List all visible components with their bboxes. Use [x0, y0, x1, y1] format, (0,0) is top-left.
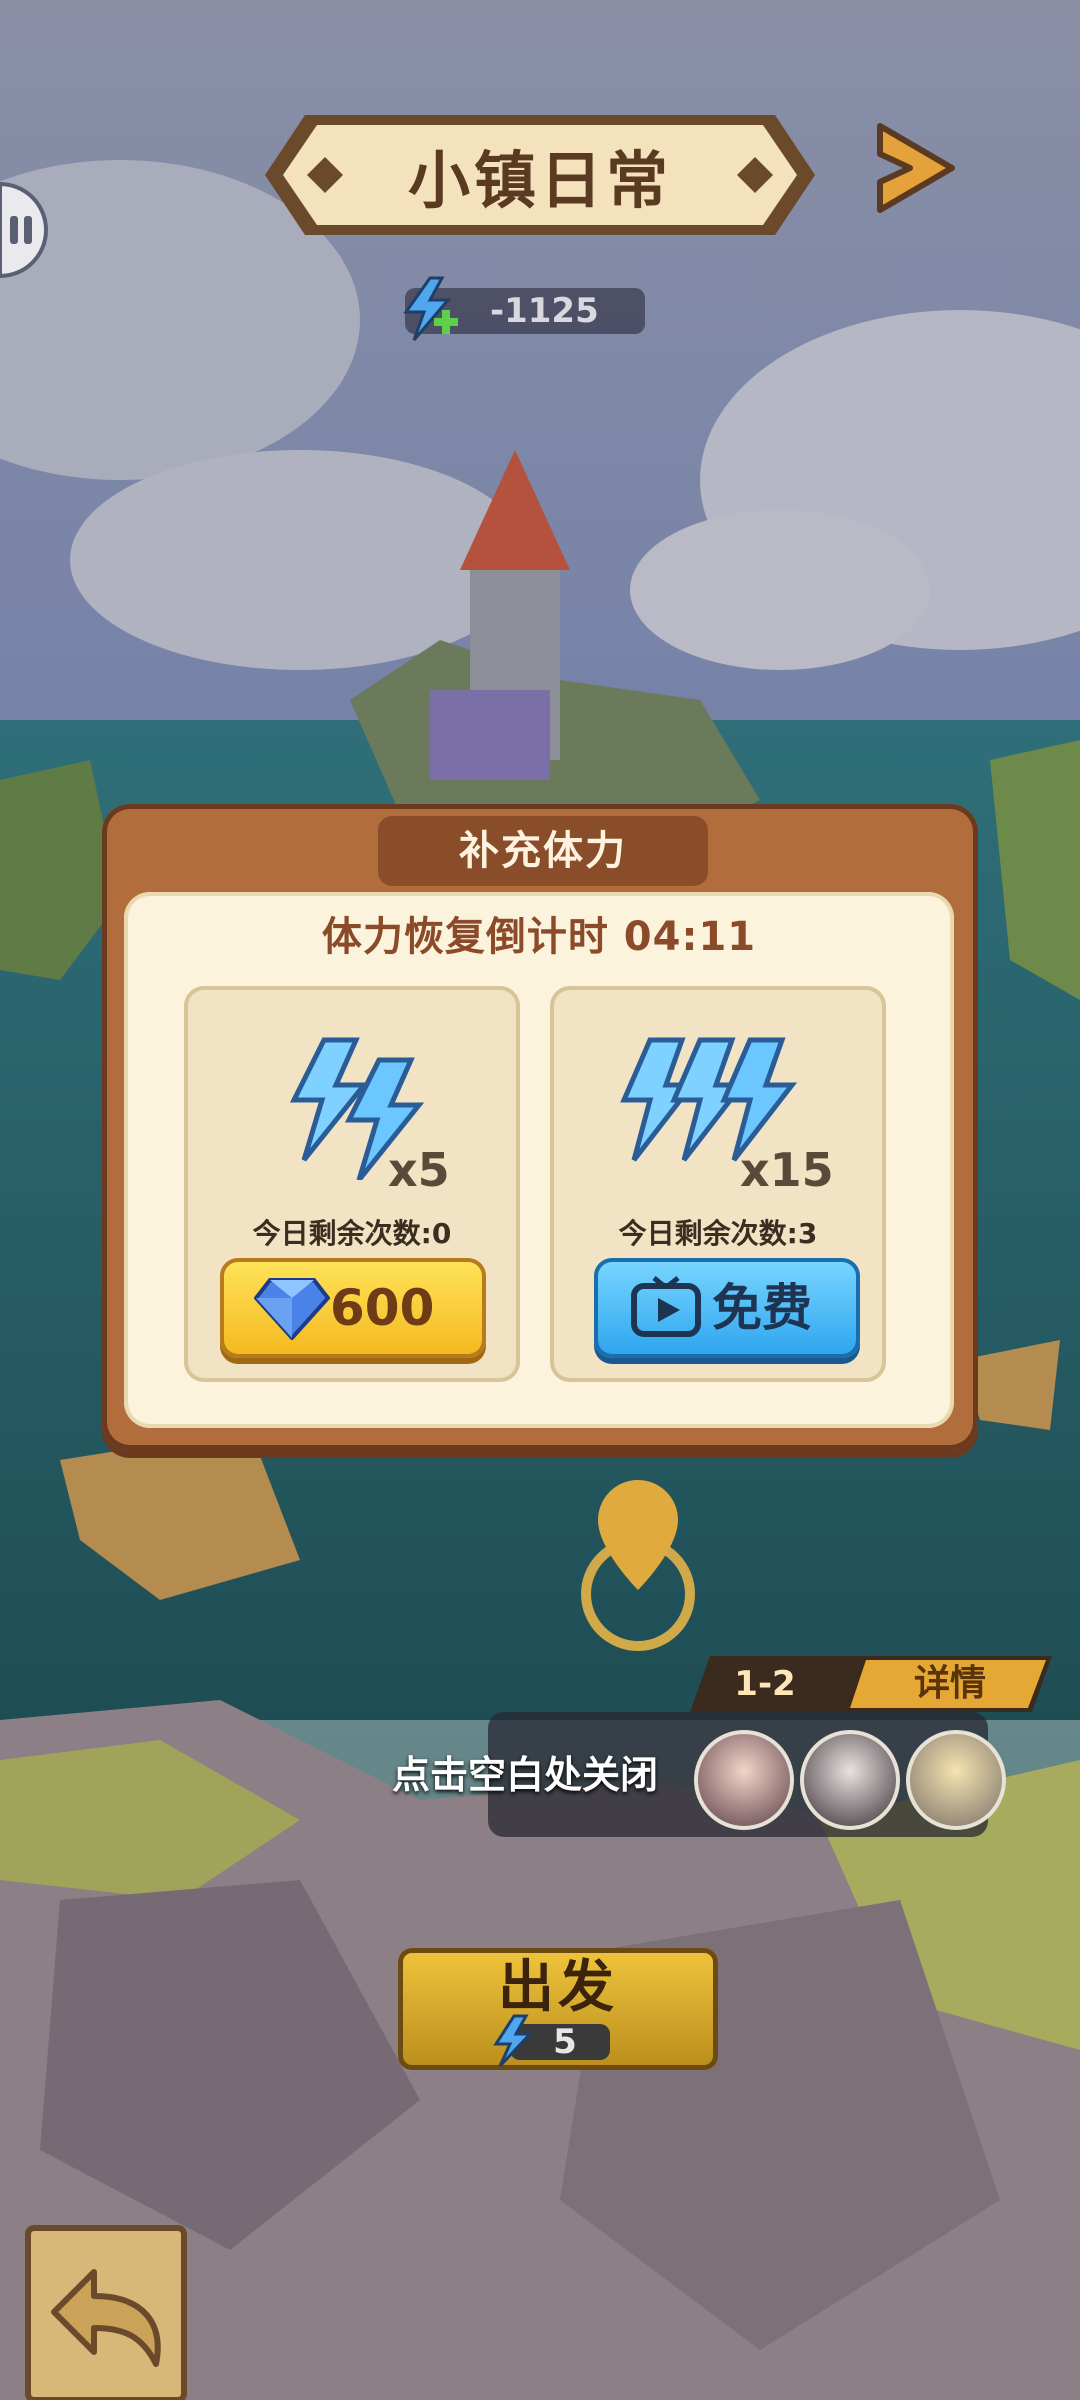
energy-plus-icon[interactable] — [400, 276, 462, 342]
page-title: 小镇日常 — [407, 144, 672, 217]
energy-multiplier: x15 — [740, 1143, 834, 1197]
pause-button[interactable] — [0, 180, 52, 280]
energy-multiplier: x5 — [388, 1143, 450, 1197]
energy-countdown: 体力恢复倒计时 04:11 — [321, 914, 757, 960]
remaining-count: 今日剩余次数:3 — [618, 1217, 818, 1250]
diamond-icon — [254, 1278, 330, 1340]
tv-icon — [631, 1276, 701, 1337]
hero-avatar[interactable] — [906, 1730, 1006, 1830]
diamond-price: 600 — [330, 1279, 435, 1337]
depart-label: 出发 — [498, 1955, 618, 2020]
next-arrow-icon[interactable] — [870, 118, 960, 218]
lightning-icon — [493, 2014, 534, 2068]
energy-cost: 5 — [553, 2022, 577, 2062]
back-button[interactable] — [24, 2224, 188, 2400]
free-label: 免费 — [712, 1279, 812, 1337]
details-button[interactable]: 详情 — [880, 1656, 1020, 1712]
hero-avatar[interactable] — [800, 1730, 900, 1830]
tap-to-close-hint: 点击空白处关闭 — [391, 1753, 658, 1797]
energy-value: -1125 — [490, 291, 599, 331]
dialog-title: 补充体力 — [459, 828, 627, 874]
stage-number: 1-2 — [734, 1664, 796, 1704]
remaining-count: 今日剩余次数:0 — [252, 1217, 452, 1250]
